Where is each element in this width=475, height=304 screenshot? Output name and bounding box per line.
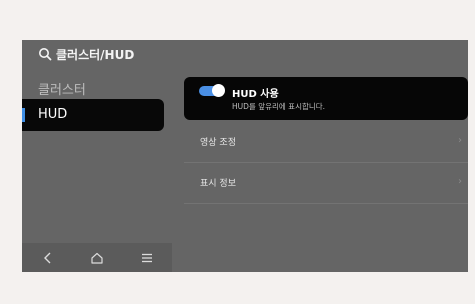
home-icon[interactable] [89,251,105,265]
navigation-bar [22,243,172,272]
toggle-knob [212,84,225,97]
header: 클러스터/HUD [22,40,468,68]
hud-toggle-row[interactable]: HUD 사용 HUD를 앞유리에 표시합니다. [184,77,468,120]
menu-icon[interactable] [139,251,155,265]
sidebar-item-hud[interactable]: HUD [22,99,164,131]
divider [184,203,468,204]
search-icon[interactable] [38,47,52,61]
back-icon[interactable] [40,251,56,265]
chevron-right-icon: › [458,135,462,146]
display-info-label: 표시 정보 [200,179,236,189]
settings-screen: 클러스터/HUD 클러스터 HUD HUD 사용 HUD를 앞유리에 표시합니다… [22,40,468,272]
page-title: 클러스터/HUD [56,48,135,62]
selected-indicator [22,108,25,122]
video-adjust-row[interactable]: 영상 조정 › [184,122,468,160]
chevron-right-icon: › [458,176,462,187]
hud-toggle-switch[interactable] [199,84,225,97]
video-adjust-label: 영상 조정 [200,138,236,148]
hud-setting-title: HUD 사용 [232,89,279,100]
sidebar-item-cluster[interactable]: 클러스터 [38,79,86,98]
hud-setting-description: HUD를 앞유리에 표시합니다. [232,102,326,111]
sidebar-item-label: HUD [38,107,68,122]
display-info-row[interactable]: 표시 정보 › [184,163,468,201]
